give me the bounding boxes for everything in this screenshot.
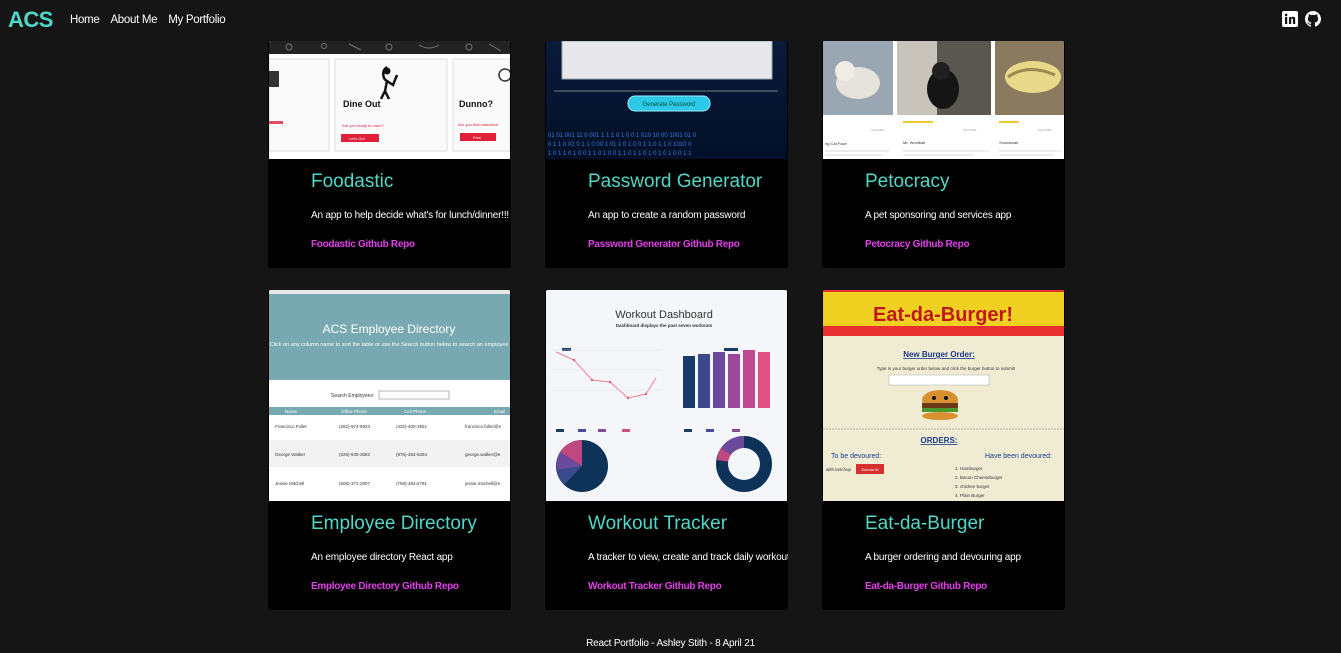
thumb-order-1: 1. Hamburger bbox=[955, 466, 983, 471]
project-thumbnail: Dine Out Dunno? Are you ready to roam? A… bbox=[269, 41, 510, 159]
thumb-order-4: 4. Plain Burger bbox=[955, 493, 985, 498]
svg-text:(758)-482-5781: (758)-482-5781 bbox=[396, 481, 428, 486]
project-title: Foodastic bbox=[311, 171, 394, 192]
thumb-generate-password: Generate Password bbox=[642, 102, 695, 108]
svg-text:Scroll 500: Scroll 500 bbox=[1038, 128, 1052, 132]
thumb-new-order: New Burger Order: bbox=[903, 350, 975, 359]
thumb-row-2: George Walker bbox=[275, 452, 306, 457]
project-title: Employee Directory bbox=[311, 513, 477, 534]
thumb-snoozarah: Snoozarah bbox=[999, 140, 1018, 145]
svg-text:01 01 001 11 0 001 1 1 1 0 1 0: 01 01 001 11 0 001 1 1 1 0 1 0 0 1 010 1… bbox=[548, 133, 697, 139]
footer-text: React Portfolio - Ashley Stith - 8 April… bbox=[586, 638, 755, 649]
thumb-col-office: Office Phone bbox=[341, 409, 367, 414]
project-description: A tracker to view, create and track dail… bbox=[588, 552, 788, 563]
thumb-row-3: Jessie Mitchell bbox=[275, 481, 304, 486]
project-title: Petocracy bbox=[865, 171, 950, 192]
project-card-employee-directory: ACS Employee Directory Click on any colu… bbox=[268, 290, 511, 610]
project-thumbnail: Generate Password 01 01 001 11 0 001 1 1… bbox=[546, 41, 787, 159]
project-card-foodastic: Dine Out Dunno? Are you ready to roam? A… bbox=[268, 41, 511, 268]
project-title: Password Generator bbox=[588, 171, 763, 192]
svg-text:ng Cat Face: ng Cat Face bbox=[825, 141, 848, 146]
thumb-order-3: 3. chicken burger bbox=[955, 484, 990, 489]
repo-link-eat-da-burger[interactable]: Eat-da-Burger Github Repo bbox=[865, 581, 987, 592]
nav-link-my-portfolio[interactable]: My Portfolio bbox=[168, 14, 225, 26]
project-title: Eat-da-Burger bbox=[865, 513, 985, 534]
svg-text:0 1 1 0 01 0 1 1 0 00 1 01 1 0: 0 1 1 0 01 0 1 1 0 00 1 01 1 0 1 0 0 1 1… bbox=[548, 142, 692, 148]
thumb-col-cell: Cell Phone bbox=[404, 409, 427, 414]
thumb-free: Free bbox=[473, 135, 482, 140]
thumb-row-1: Francisco Fuller bbox=[275, 424, 308, 429]
thumb-orders: ORDERS: bbox=[921, 436, 958, 445]
project-card-petocracy: Scroll 500 Scroll 500 Scroll 500 ng Cat Fa… bbox=[822, 41, 1065, 268]
svg-text:Scroll 500: Scroll 500 bbox=[963, 128, 977, 132]
svg-text:(626)-945-3583: (626)-945-3583 bbox=[339, 452, 371, 457]
project-title: Workout Tracker bbox=[588, 513, 728, 534]
repo-link-password-generator[interactable]: Password Generator Github Repo bbox=[588, 239, 740, 250]
repo-link-workout-tracker[interactable]: Workout Tracker Github Repo bbox=[588, 581, 722, 592]
svg-text:Scroll 500: Scroll 500 bbox=[871, 128, 885, 132]
thumb-have-been-devoured: Have been devoured: bbox=[985, 453, 1052, 460]
thumb-dunno: Dunno? bbox=[459, 99, 493, 109]
thumb-devour-it: Devour it! bbox=[861, 467, 878, 472]
brand-logo[interactable]: ACS bbox=[8, 7, 53, 33]
svg-text:george.walker@e: george.walker@e bbox=[465, 452, 501, 457]
project-card-workout-tracker: Workout Dashboard Dashboard displays the… bbox=[545, 290, 788, 610]
thumb-mr-woofball: Mr. Woofball bbox=[903, 140, 925, 145]
project-card-eat-da-burger: Eat-da-Burger! New Burger Order: Type in… bbox=[822, 290, 1065, 610]
project-description: A burger ordering and devouring app bbox=[865, 552, 1021, 563]
thumb-dashboard-subtitle: Dashboard displays the past seven workou… bbox=[616, 323, 713, 328]
navbar: ACS Home About Me My Portfolio bbox=[0, 0, 1341, 40]
project-description: An employee directory React app bbox=[311, 552, 453, 563]
svg-text:(262)-974-9923: (262)-974-9923 bbox=[339, 424, 371, 429]
svg-text:1 0 1 1 0 1 0 0 1 1 0 1 0 0 1: 1 0 1 1 0 1 0 0 1 1 0 1 0 0 1 1 0 1 1 0 … bbox=[548, 151, 692, 157]
svg-text:francisco.fuller@e: francisco.fuller@e bbox=[465, 424, 502, 429]
thumb-directory-subtitle: Click on any column name to sort the tab… bbox=[270, 342, 509, 348]
project-description: An app to create a random password bbox=[588, 210, 746, 221]
thumb-to-be-devoured: To be devoured: bbox=[831, 453, 881, 460]
svg-text:(975)-354-6284: (975)-354-6284 bbox=[396, 452, 428, 457]
thumb-directory-title: ACS Employee Directory bbox=[323, 322, 456, 336]
project-description: An app to help decide what's for lunch/d… bbox=[311, 210, 509, 221]
project-thumbnail: Workout Dashboard Dashboard displays the… bbox=[546, 290, 787, 501]
svg-text:(432)-400-3921: (432)-400-3921 bbox=[396, 424, 428, 429]
github-icon[interactable] bbox=[1305, 11, 1321, 27]
project-card-password-generator: Generate Password 01 01 001 11 0 001 1 1… bbox=[545, 41, 788, 268]
repo-link-foodastic[interactable]: Foodastic Github Repo bbox=[311, 239, 415, 250]
thumb-col-name: Name bbox=[285, 409, 298, 414]
social-links bbox=[1282, 11, 1321, 27]
thumb-with-ketchup: with ketchup bbox=[826, 467, 852, 472]
thumb-burger-title: Eat-da-Burger! bbox=[873, 304, 1013, 326]
repo-link-employee-directory[interactable]: Employee Directory Github Repo bbox=[311, 581, 459, 592]
linkedin-icon[interactable] bbox=[1282, 11, 1298, 27]
thumb-order-instructions: Type in your burger order below and clic… bbox=[877, 366, 1016, 371]
thumb-indecisive: Are you that indecisive bbox=[458, 122, 499, 127]
project-thumbnail: ACS Employee Directory Click on any colu… bbox=[269, 290, 510, 501]
nav-link-home[interactable]: Home bbox=[70, 14, 100, 26]
thumb-order-2: 2. Bacon Cheeseburger bbox=[955, 475, 1003, 480]
svg-text:(606)-371-2907: (606)-371-2907 bbox=[339, 481, 371, 486]
thumb-roam: Are you ready to roam? bbox=[342, 123, 385, 128]
thumb-dashboard-title: Workout Dashboard bbox=[615, 309, 713, 321]
project-description: A pet sponsoring and services app bbox=[865, 210, 1012, 221]
thumb-search-label: Search Employees: bbox=[331, 393, 374, 399]
thumb-col-email: Email bbox=[494, 409, 505, 414]
thumb-dine-out: Dine Out bbox=[343, 99, 381, 109]
svg-text:jessie.mitchell@e: jessie.mitchell@e bbox=[464, 481, 501, 486]
project-thumbnail: Eat-da-Burger! New Burger Order: Type in… bbox=[823, 290, 1064, 501]
repo-link-petocracy[interactable]: Petocracy Github Repo bbox=[865, 239, 970, 250]
project-thumbnail: Scroll 500 Scroll 500 Scroll 500 ng Cat Fa… bbox=[823, 41, 1064, 159]
nav-link-about-me[interactable]: About Me bbox=[110, 14, 157, 26]
thumb-lets-go: Let's Go! bbox=[349, 136, 365, 141]
